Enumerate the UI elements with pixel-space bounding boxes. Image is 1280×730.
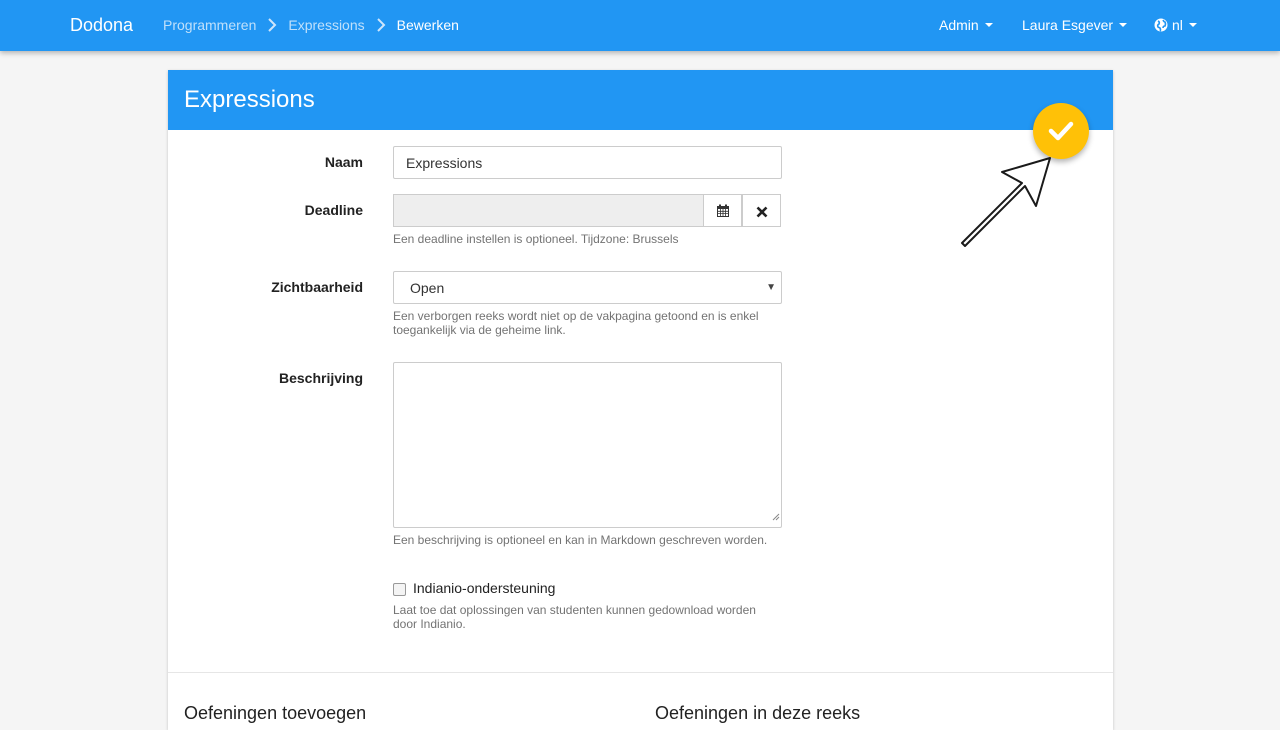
- chevron-right-icon: [264, 18, 280, 32]
- globe-icon: [1154, 18, 1168, 32]
- deadline-input[interactable]: [393, 194, 704, 227]
- language-menu[interactable]: nl: [1154, 17, 1197, 33]
- section-divider: [168, 672, 1113, 673]
- close-icon: [756, 205, 768, 217]
- description-help: Een beschrijving is optioneel en kan in …: [393, 533, 768, 547]
- deadline-label: Deadline: [304, 202, 363, 218]
- clear-deadline-button[interactable]: [742, 194, 781, 227]
- indianio-help: Laat toe dat oplossingen van studenten k…: [393, 603, 756, 631]
- add-exercises-title: Oefeningen toevoegen: [184, 703, 367, 723]
- indianio-label[interactable]: Indianio-ondersteuning: [413, 580, 555, 596]
- chevron-right-icon: [373, 18, 389, 32]
- visibility-select[interactable]: Open ▼: [393, 271, 782, 304]
- caret-down-icon: [984, 23, 993, 27]
- name-label: Naam: [324, 154, 363, 170]
- exercises-in-series-title: Oefeningen in deze reeks: [655, 703, 861, 723]
- edit-series-card: Expressions Naam Deadline Een deadline i…: [168, 70, 1113, 730]
- brand-link[interactable]: Dodona: [70, 15, 133, 36]
- calendar-icon: [716, 204, 730, 218]
- calendar-button[interactable]: [703, 194, 742, 227]
- top-navbar: Dodona Programmeren Expressions Bewerken…: [0, 0, 1280, 51]
- dropdown-arrow-icon: ▼: [766, 282, 776, 293]
- resize-handle-icon[interactable]: [772, 508, 780, 526]
- breadcrumb-current: Bewerken: [396, 17, 459, 33]
- checkmark-icon: [1048, 120, 1074, 142]
- visibility-value: Open: [410, 280, 445, 296]
- caret-down-icon: [1119, 23, 1128, 27]
- save-button[interactable]: [1033, 103, 1089, 159]
- breadcrumb: Programmeren Expressions Bewerken: [163, 17, 459, 33]
- description-textarea[interactable]: [393, 362, 782, 528]
- language-menu-label: nl: [1172, 17, 1183, 33]
- user-menu[interactable]: Laura Esgever: [1022, 17, 1128, 33]
- user-menu-label: Laura Esgever: [1022, 17, 1114, 33]
- description-label: Beschrijving: [278, 370, 363, 386]
- breadcrumb-expressions[interactable]: Expressions: [288, 17, 364, 33]
- breadcrumb-programmeren[interactable]: Programmeren: [163, 17, 256, 33]
- name-input[interactable]: [393, 146, 782, 179]
- visibility-help: Een verborgen reeks wordt niet op de vak…: [393, 309, 759, 337]
- caret-down-icon: [1188, 23, 1197, 27]
- visibility-label: Zichtbaarheid: [271, 279, 363, 295]
- card-title: Expressions: [168, 70, 1113, 130]
- deadline-help: Een deadline instellen is optioneel. Tij…: [393, 232, 679, 246]
- indianio-checkbox[interactable]: [393, 583, 406, 596]
- admin-menu[interactable]: Admin: [939, 17, 993, 33]
- admin-menu-label: Admin: [939, 17, 979, 33]
